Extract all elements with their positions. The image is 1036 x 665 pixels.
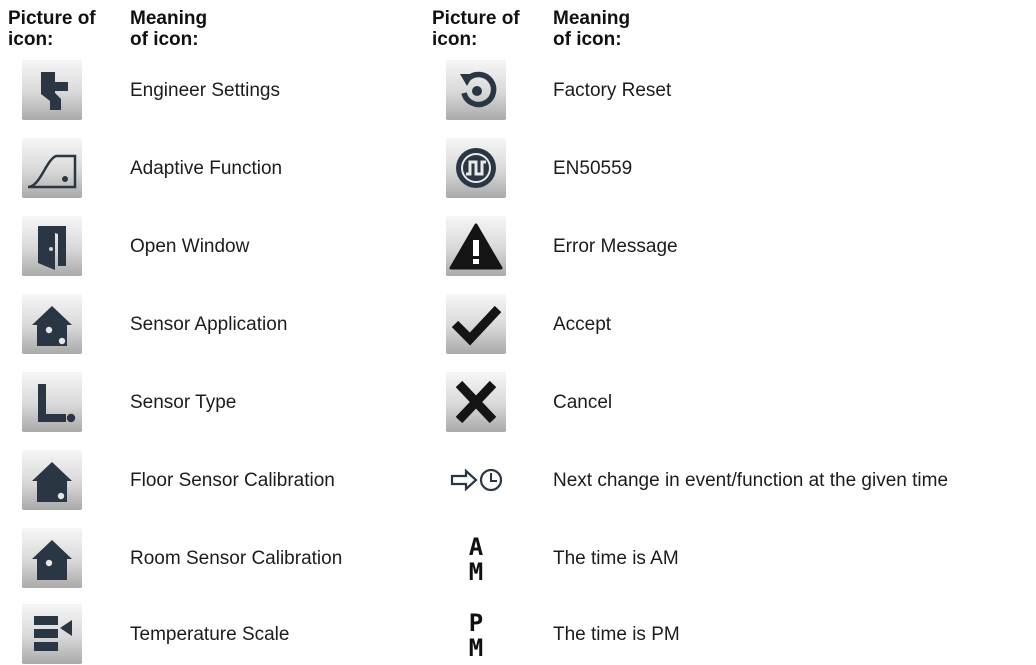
- meaning-label: Room Sensor Calibration: [130, 548, 343, 569]
- am-glyph-bottom: M: [469, 558, 483, 586]
- pm-glyph-top: P: [469, 609, 483, 637]
- pm-icon: P M: [446, 604, 506, 664]
- meaning-label: The time is AM: [553, 548, 679, 569]
- cross-icon: [446, 372, 506, 432]
- house-floor-icon: [22, 450, 82, 510]
- en50559-icon: [446, 138, 506, 198]
- arrow-clock-icon: [446, 450, 506, 510]
- house-sensor-dots-icon: [22, 294, 82, 354]
- meaning-label: Error Message: [553, 236, 678, 257]
- picture-header-right: Picture of icon:: [432, 8, 520, 50]
- checkmark-icon: [446, 294, 506, 354]
- sensor-type-icon: [22, 372, 82, 432]
- warning-triangle-icon: [446, 216, 506, 276]
- factory-reset-icon: [446, 60, 506, 120]
- adaptive-curve-icon: [22, 138, 82, 198]
- meaning-label: Factory Reset: [553, 80, 672, 101]
- meaning-header-right: Meaning of icon:: [553, 8, 631, 50]
- open-door-icon: [22, 216, 82, 276]
- meaning-label: EN50559: [553, 158, 633, 179]
- temperature-scale-icon: [22, 604, 82, 664]
- meaning-label: Engineer Settings: [130, 80, 280, 101]
- picture-header-left: Picture of icon:: [8, 8, 96, 50]
- am-icon: A M: [446, 528, 506, 588]
- wrench-icon: [22, 60, 82, 120]
- meaning-label: Floor Sensor Calibration: [130, 470, 335, 491]
- meaning-label: Adaptive Function: [130, 158, 283, 179]
- meaning-label: Sensor Type: [130, 392, 237, 413]
- meaning-label: Accept: [553, 314, 612, 335]
- meaning-label: Temperature Scale: [130, 624, 290, 645]
- pm-glyph-bottom: M: [469, 634, 483, 662]
- meaning-label: Cancel: [553, 392, 613, 413]
- house-room-icon: [22, 528, 82, 588]
- meaning-label: Next change in event/function at the giv…: [553, 470, 949, 491]
- meaning-label: The time is PM: [553, 624, 680, 645]
- am-glyph-top: A: [469, 533, 484, 561]
- meaning-header-left: Meaning of icon:: [130, 8, 208, 50]
- meaning-label: Sensor Application: [130, 314, 288, 335]
- meaning-label: Open Window: [130, 236, 250, 257]
